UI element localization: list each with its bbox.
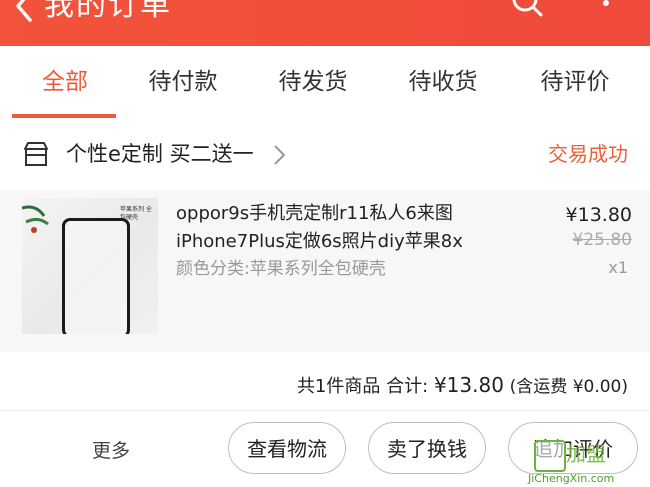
order-summary: 共1件商品 合计: ¥13.80 (含运费 ¥0.00) bbox=[297, 370, 628, 402]
product-thumbnail[interactable]: 苹果系列 全包硬壳 bbox=[22, 198, 158, 334]
shop-row[interactable]: 个性e定制 买二送一 交易成功 bbox=[0, 118, 650, 190]
product-title: oppor9s手机壳定制r11私人6来图iPhone7Plus定做6s照片diy… bbox=[176, 203, 463, 252]
order-tabs: 全部 待付款 待发货 待收货 待评价 bbox=[0, 46, 650, 119]
product-original-price: ¥25.80 bbox=[572, 230, 632, 250]
resell-button[interactable]: 卖了换钱 bbox=[368, 422, 486, 474]
watermark-text: 加盟 bbox=[566, 442, 606, 466]
tab-pending-payment[interactable]: 待付款 bbox=[128, 64, 238, 100]
item-count: 共1件商品 bbox=[296, 376, 381, 397]
app-header: 我的订单 bbox=[0, 0, 650, 46]
product-price: ¥13.80 bbox=[565, 204, 632, 226]
view-logistics-button[interactable]: 查看物流 bbox=[228, 422, 346, 474]
phone-case-image bbox=[62, 218, 130, 334]
back-arrow-icon[interactable] bbox=[8, 0, 38, 26]
page-title: 我的订单 bbox=[44, 0, 172, 23]
watermark-logo-icon bbox=[534, 440, 566, 472]
product-item[interactable]: 苹果系列 全包硬壳 oppor9s手机壳定制r11私人6来图iPhone7Plu… bbox=[0, 190, 650, 352]
chevron-right-icon bbox=[274, 145, 286, 165]
shop-name: 个性e定制 买二送一 bbox=[66, 142, 254, 166]
divider bbox=[0, 410, 650, 411]
watermark-url: JiChengXin.com bbox=[528, 472, 615, 485]
search-icon[interactable] bbox=[510, 0, 544, 20]
total-amount: ¥13.80 bbox=[433, 373, 504, 397]
tab-all[interactable]: 全部 bbox=[10, 64, 120, 100]
more-button[interactable]: 更多 bbox=[92, 436, 130, 466]
store-icon bbox=[24, 142, 48, 166]
product-variant: 颜色分类:苹果系列全包硬壳 bbox=[176, 259, 386, 279]
shipping-fee: (含运费 ¥0.00) bbox=[509, 377, 628, 397]
total-label: 合计: bbox=[386, 376, 429, 397]
tab-pending-review[interactable]: 待评价 bbox=[520, 64, 630, 100]
order-status: 交易成功 bbox=[548, 142, 628, 166]
plant-decoration-icon bbox=[22, 205, 49, 233]
tab-pending-receipt[interactable]: 待收货 bbox=[388, 64, 498, 100]
more-vertical-icon[interactable] bbox=[596, 0, 616, 20]
tab-pending-shipment[interactable]: 待发货 bbox=[258, 64, 368, 100]
product-quantity: x1 bbox=[608, 258, 628, 277]
site-watermark: 加盟 JiChengXin.com bbox=[528, 432, 650, 487]
